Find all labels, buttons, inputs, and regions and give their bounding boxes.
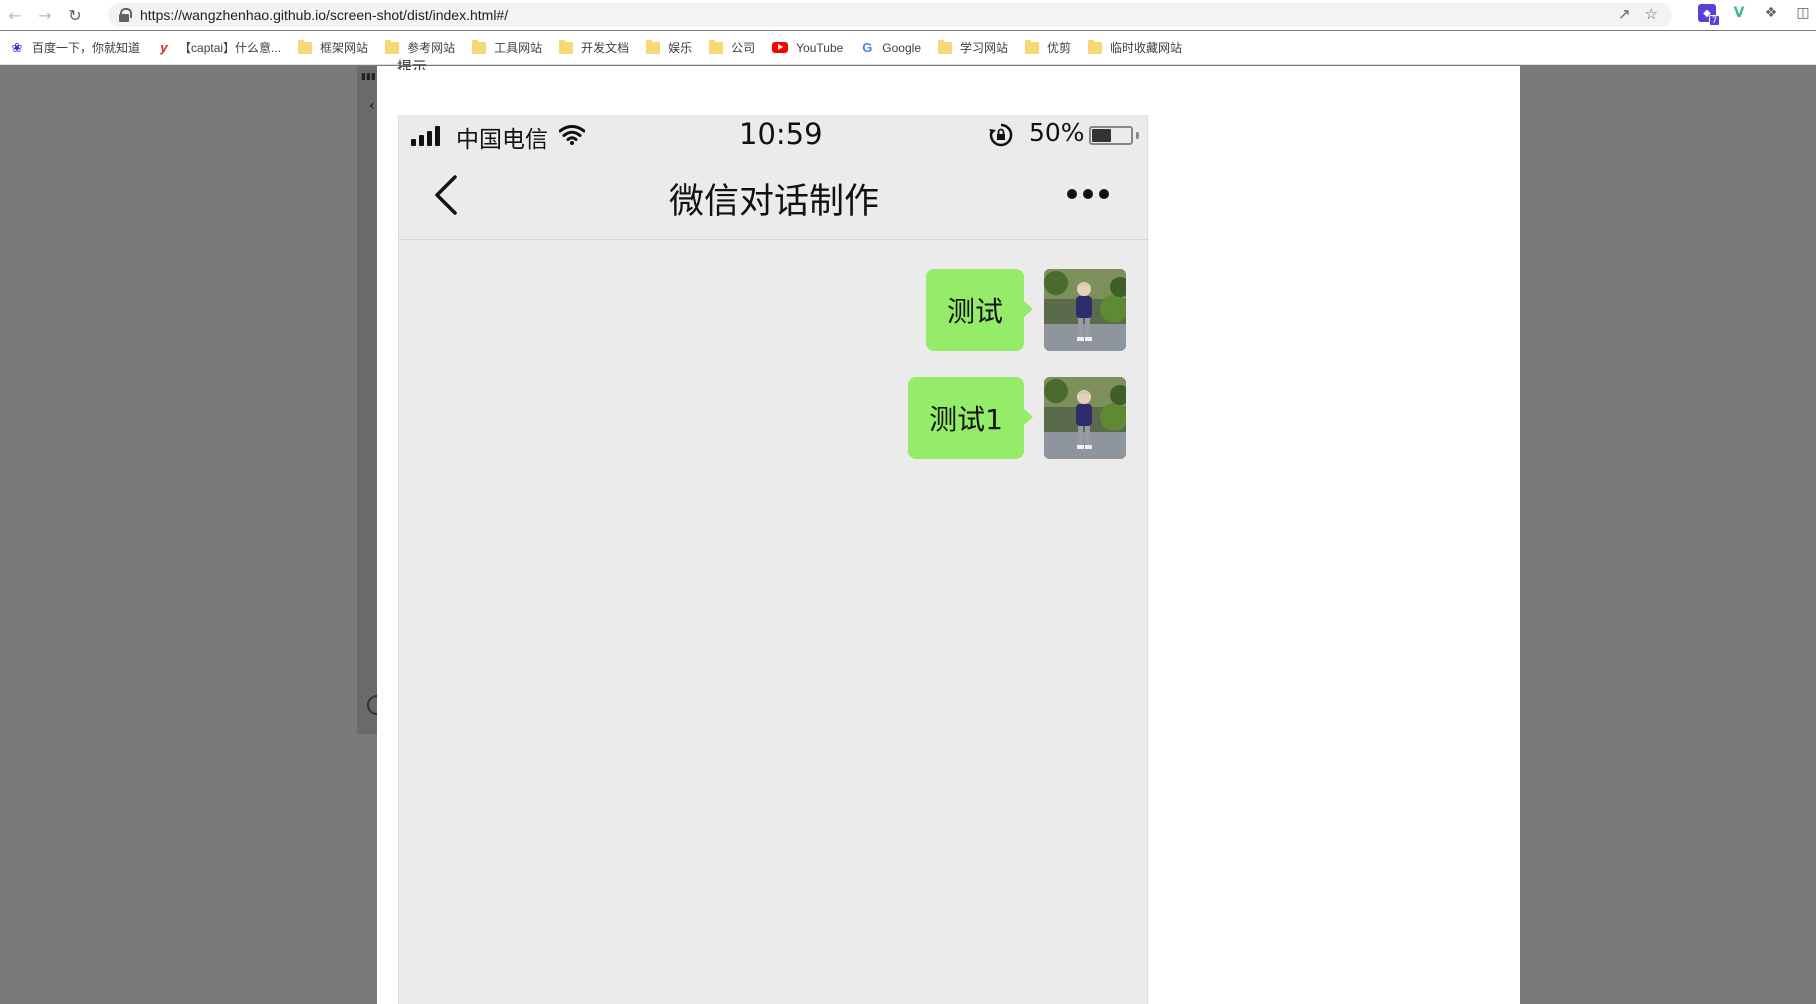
puzzle-extensions-icon[interactable]: ❖ bbox=[1762, 4, 1780, 22]
folder-icon bbox=[1088, 39, 1103, 54]
bookmark-folder[interactable]: 框架网站 bbox=[298, 39, 368, 56]
rotation-lock-icon bbox=[989, 123, 1013, 147]
status-bar: 中国电信 10:59 50% bbox=[399, 115, 1149, 155]
share-icon[interactable]: ↗ bbox=[1618, 5, 1631, 23]
bookmarks-bar: ❀ 百度一下，你就知道 y 【captai】什么意... 框架网站 参考网站 工具网… bbox=[0, 31, 1816, 65]
back-arrow-icon[interactable]: ← bbox=[0, 0, 30, 30]
lock-icon bbox=[118, 8, 132, 22]
wifi-icon bbox=[559, 125, 585, 145]
bookmark-folder[interactable]: 开发文档 bbox=[559, 39, 629, 56]
address-bar[interactable]: https://wangzhenhao.github.io/screen-sho… bbox=[108, 3, 1672, 27]
message-row: 测试1 bbox=[399, 377, 1149, 459]
bookmark-folder[interactable]: 娱乐 bbox=[646, 39, 692, 56]
status-time: 10:59 bbox=[739, 117, 823, 151]
y-letter-icon: y bbox=[160, 40, 168, 55]
message-bubble[interactable]: 测试1 bbox=[908, 377, 1033, 459]
bookmark-folder[interactable]: 优剪 bbox=[1025, 39, 1071, 56]
bookmark-item[interactable]: y 【captai】什么意... bbox=[157, 39, 281, 56]
bookmark-folder[interactable]: 公司 bbox=[709, 39, 755, 56]
folder-icon bbox=[472, 39, 487, 54]
bookmark-item[interactable]: ❀ 百度一下，你就知道 bbox=[10, 39, 140, 56]
bookmark-folder[interactable]: 工具网站 bbox=[472, 39, 542, 56]
avatar[interactable] bbox=[1044, 269, 1126, 351]
carrier-name: 中国电信 bbox=[456, 127, 548, 153]
side-panel-icon[interactable]: ◫ bbox=[1794, 4, 1812, 22]
bookmark-folder[interactable]: 参考网站 bbox=[385, 39, 455, 56]
bookmark-star-icon[interactable]: ☆ bbox=[1645, 5, 1658, 23]
avatar[interactable] bbox=[1044, 377, 1126, 459]
bookmark-item[interactable]: G Google bbox=[860, 40, 921, 55]
browser-toolbar: ← → ↻ https://wangzhenhao.github.io/scre… bbox=[0, 0, 1816, 30]
message-row: 测试 bbox=[399, 269, 1149, 351]
vue-devtools-icon[interactable]: V bbox=[1730, 4, 1748, 22]
forward-arrow-icon[interactable]: → bbox=[30, 0, 60, 30]
more-options-icon[interactable] bbox=[1067, 189, 1109, 199]
battery-fill bbox=[1092, 129, 1111, 142]
signal-strength-icon bbox=[411, 124, 440, 146]
battery-tip bbox=[1136, 132, 1139, 139]
background-editor-panel bbox=[357, 66, 377, 734]
background-back-icon: ‹ bbox=[369, 98, 375, 114]
folder-icon bbox=[298, 39, 313, 54]
folder-icon bbox=[709, 39, 724, 54]
bookmark-folder[interactable]: 学习网站 bbox=[938, 39, 1008, 56]
folder-icon bbox=[1025, 39, 1040, 54]
chat-title: 微信对话制作 bbox=[668, 182, 879, 222]
extension-cube-icon[interactable]: ◆ 7 bbox=[1698, 4, 1720, 26]
background-signal-icon: ▮▮▮ bbox=[361, 72, 376, 82]
folder-icon bbox=[938, 39, 952, 54]
reload-icon[interactable]: ↻ bbox=[60, 0, 90, 30]
folder-icon bbox=[385, 39, 400, 54]
chat-nav-bar: 微信对话制作 bbox=[399, 155, 1149, 240]
message-list: 测试 测试1 bbox=[399, 269, 1149, 485]
youtube-icon bbox=[772, 42, 789, 53]
google-icon: G bbox=[862, 40, 873, 55]
phone-preview: 中国电信 10:59 50% 微信对话制作 测试 测试1 bbox=[398, 115, 1149, 1004]
folder-icon bbox=[646, 39, 661, 54]
message-bubble[interactable]: 测试 bbox=[925, 269, 1034, 351]
battery-icon bbox=[1089, 126, 1133, 145]
bookmark-item[interactable]: YouTube bbox=[772, 41, 843, 55]
battery-percent: 50% bbox=[1029, 118, 1085, 147]
baidu-paw-icon: ❀ bbox=[11, 39, 23, 55]
folder-icon bbox=[559, 39, 574, 54]
bookmark-folder[interactable]: 临时收藏网站 bbox=[1088, 39, 1182, 56]
dialog-title: 提示 bbox=[397, 58, 428, 70]
url-text: https://wangzhenhao.github.io/screen-sho… bbox=[140, 7, 509, 23]
extension-badge: 7 bbox=[1709, 15, 1720, 26]
